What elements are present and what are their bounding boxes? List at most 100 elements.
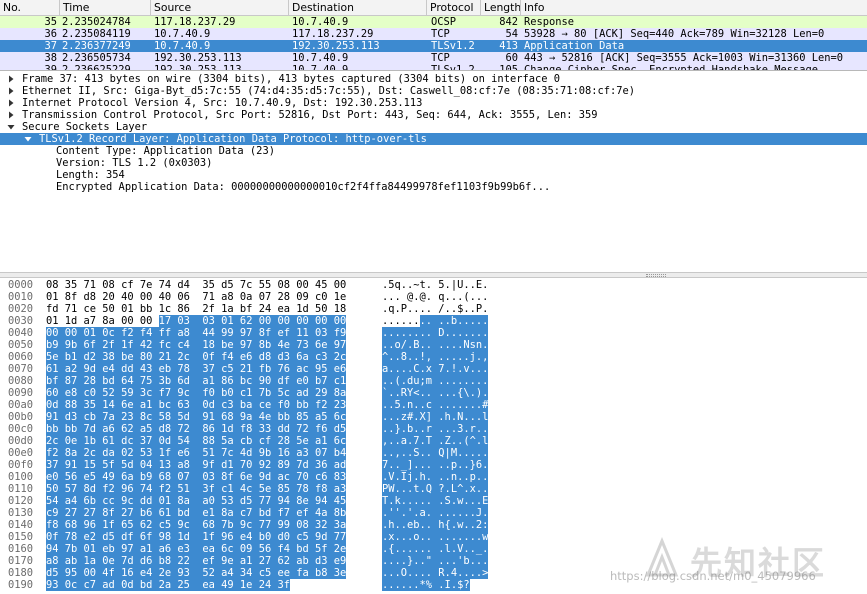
bytes-hex[interactable]: bf 87 28 bd 64 75 3b 6d a1 86 bc 90 df e…	[46, 375, 347, 387]
bytes-hex[interactable]: 91 d3 cb 7a 23 8c 58 5d 91 68 9a 4e bb 8…	[46, 411, 347, 423]
bytes-ascii[interactable]: a....C.x 7.!.v...	[382, 363, 489, 375]
bytes-row[interactable]: 0110 50 57 8d f2 96 74 f2 51 3f c1 4c 5e …	[0, 483, 867, 495]
col-time-header[interactable]: Time	[60, 0, 151, 16]
col-info-header[interactable]: Info	[521, 0, 867, 16]
bytes-hex[interactable]: e0 56 e5 49 6a b9 68 07 03 8f 6e 9d ac 7…	[46, 471, 347, 483]
bytes-hex[interactable]: 54 a4 6b cc 9c dd 01 8a a0 53 d5 77 94 8…	[46, 495, 347, 507]
bytes-hex[interactable]: 50 57 8d f2 96 74 f2 51 3f c1 4c 5e 85 7…	[46, 483, 347, 495]
bytes-hex[interactable]: bb bb 7d a6 62 a5 d8 72 86 1d f8 33 dd 7…	[46, 423, 347, 435]
packet-list[interactable]: No. Time Source Destination Protocol Len…	[0, 0, 867, 70]
bytes-ascii[interactable]: `..RY<.. ...{\.).	[382, 387, 489, 399]
bytes-row[interactable]: 00c0 bb bb 7d a6 62 a5 d8 72 86 1d f8 33 …	[0, 423, 867, 435]
bytes-row[interactable]: 00f0 37 91 15 5f 5d 04 13 a8 9f d1 70 92 …	[0, 459, 867, 471]
detail-row[interactable]: Secure Sockets Layer	[0, 121, 867, 133]
bytes-row[interactable]: 0010 01 8f d8 20 40 00 40 06 71 a8 0a 07 …	[0, 291, 867, 303]
bytes-ascii[interactable]: .h..eb.. h{.w..2:	[382, 519, 489, 531]
bytes-row[interactable]: 0040 00 00 01 0c f2 f4 ff a8 44 99 97 8f …	[0, 327, 867, 339]
bytes-ascii[interactable]: ..o/.B.. ....Nsn.	[382, 339, 489, 351]
bytes-row[interactable]: 0070 61 a2 9d e4 dd 43 eb 78 37 c5 21 fb …	[0, 363, 867, 375]
bytes-row[interactable]: 00b0 91 d3 cb 7a 23 8c 58 5d 91 68 9a 4e …	[0, 411, 867, 423]
bytes-ascii[interactable]: .5q..~t. 5.|U..E.	[382, 279, 488, 291]
bytes-ascii[interactable]: PW...t.Q ?.L^.x..	[382, 483, 489, 495]
detail-row[interactable]: Content Type: Application Data (23)	[0, 145, 867, 157]
col-no-header[interactable]: No.	[0, 0, 60, 16]
bytes-row[interactable]: 0140 f8 68 96 1f 65 62 c5 9c 68 7b 9c 77 …	[0, 519, 867, 531]
bytes-hex[interactable]: f8 68 96 1f 65 62 c5 9c 68 7b 9c 77 99 0…	[46, 519, 347, 531]
collapsed-arrow-icon[interactable]	[6, 109, 16, 121]
col-length-header[interactable]: Length	[481, 0, 521, 16]
collapsed-arrow-icon[interactable]	[6, 73, 16, 85]
bytes-row[interactable]: 00e0 f2 8a 2c da 02 53 1f e6 51 7c 4d 9b …	[0, 447, 867, 459]
detail-row[interactable]: Ethernet II, Src: Giga-Byt_d5:7c:55 (74:…	[0, 85, 867, 97]
bytes-ascii[interactable]: ..,..S.. Q|M.....	[382, 447, 489, 459]
collapsed-arrow-icon[interactable]	[6, 97, 16, 109]
bytes-row[interactable]: 00a0 0d 88 35 14 6e a1 bc 63 0d c3 ba ce …	[0, 399, 867, 411]
bytes-ascii[interactable]: ... @.@. q...(...	[382, 291, 488, 303]
bytes-hex[interactable]: f2 8a 2c da 02 53 1f e6 51 7c 4d 9b 16 a…	[46, 447, 347, 459]
detail-row[interactable]: Encrypted Application Data: 000000000000…	[0, 181, 867, 193]
expanded-arrow-icon[interactable]	[6, 121, 16, 133]
bytes-ascii[interactable]: ..(.du;m ........	[382, 375, 489, 387]
bytes-row[interactable]: 00d0 2c 0e 1b 61 dc 37 0d 54 88 5a cb cf …	[0, 435, 867, 447]
bytes-hex[interactable]: 60 e8 c0 52 59 3c f7 9c f0 b0 c1 7b 5c a…	[46, 387, 347, 399]
collapsed-arrow-icon[interactable]	[6, 85, 16, 97]
packet-row[interactable]: 37 2.236377249 10.7.40.9 192.30.253.113 TLSv…	[0, 40, 867, 52]
bytes-hex[interactable]: 61 a2 9d e4 dd 43 eb 78 37 c5 21 fb 76 a…	[46, 363, 347, 375]
bytes-hex[interactable]: b9 9b 6f 2f 1f 42 fc c4 18 be 97 8b 4e 7…	[46, 339, 347, 351]
detail-row[interactable]: Length: 354	[0, 169, 867, 181]
bytes-ascii[interactable]: ....}.." ...'b...	[382, 555, 489, 567]
bytes-hex[interactable]: 5e b1 d2 38 be 80 21 2c 0f f4 e6 d8 d3 6…	[46, 351, 347, 363]
expanded-arrow-icon[interactable]	[23, 133, 33, 145]
bytes-hex[interactable]: 0f 78 e2 d5 df 6f 98 1d 1f 96 e4 b0 d0 c…	[46, 531, 347, 543]
detail-row[interactable]: Internet Protocol Version 4, Src: 10.7.4…	[0, 97, 867, 109]
bytes-ascii[interactable]: ..}.b..r ...3.r..	[382, 423, 489, 435]
bytes-hex[interactable]: 01 8f d8 20 40 00 40 06 71 a8 0a 07 28 0…	[46, 291, 346, 303]
bytes-ascii[interactable]: .x...o.. .......w	[382, 531, 489, 543]
bytes-hex[interactable]: a8 ab 1a 0e 7d d6 b8 22 ef 9e a1 27 62 a…	[46, 555, 347, 567]
bytes-row[interactable]: 0080 bf 87 28 bd 64 75 3b 6d a1 86 bc 90 …	[0, 375, 867, 387]
bytes-hex[interactable]: 0d 88 35 14 6e a1 bc 63 0d c3 ba ce f0 b…	[46, 399, 347, 411]
bytes-hex[interactable]: 93 0c c7 ad 0d bd 2a 25 ea 49 1e 24 3f	[46, 579, 290, 591]
bytes-row[interactable]: 0000 08 35 71 08 cf 7e 74 d4 35 d5 7c 55 …	[0, 279, 867, 291]
bytes-hex[interactable]: c9 27 27 8f 27 b6 61 bd e1 8a c7 bd f7 e…	[46, 507, 347, 519]
bytes-row[interactable]: 0060 5e b1 d2 38 be 80 21 2c 0f f4 e6 d8 …	[0, 351, 867, 363]
bytes-row[interactable]: 0120 54 a4 6b cc 9c dd 01 8a a0 53 d5 77 …	[0, 495, 867, 507]
bytes-ascii[interactable]: .''.'.a. ......J.	[382, 507, 489, 519]
bytes-ascii[interactable]: .q.P.... /..$..P.	[382, 303, 488, 315]
bytes-ascii[interactable]: ........ ..b.....	[382, 315, 489, 327]
packet-row[interactable]: 38 2.236505734 192.30.253.113 10.7.40.9 TCP 6…	[0, 52, 867, 64]
bytes-ascii[interactable]: ,..a.7.T .Z..(^.l	[382, 435, 489, 447]
bytes-hex[interactable]: 00 00 01 0c f2 f4 ff a8 44 99 97 8f ef 1…	[46, 327, 347, 339]
bytes-row[interactable]: 0100 e0 56 e5 49 6a b9 68 07 03 8f 6e 9d …	[0, 471, 867, 483]
bytes-ascii[interactable]: T.k..... .S.w...E	[382, 495, 489, 507]
bytes-ascii[interactable]: ......*% .I.$?	[382, 579, 470, 591]
packet-row[interactable]: 35 2.235024784 117.18.237.29 10.7.40.9 OCSP 8…	[0, 16, 867, 28]
packet-row[interactable]: 36 2.235084119 10.7.40.9 117.18.237.29 TCP 54…	[0, 28, 867, 40]
col-destination-header[interactable]: Destination	[289, 0, 427, 16]
bytes-row[interactable]: 0020 fd 71 ce 50 01 bb 1c 86 2f 1a bf 24 …	[0, 303, 867, 315]
bytes-ascii[interactable]: ...z#.X] .h.N...l	[382, 411, 489, 423]
detail-row[interactable]: Transmission Control Protocol, Src Port:…	[0, 109, 867, 121]
bytes-ascii[interactable]: ........ D.......	[382, 327, 489, 339]
bytes-hex[interactable]: 94 7b 01 eb 97 a1 a6 e3 ea 6c 09 56 f4 b…	[46, 543, 347, 555]
bytes-ascii[interactable]: .V.Ij.h. ..n..p..	[382, 471, 489, 483]
bytes-hex[interactable]: fd 71 ce 50 01 bb 1c 86 2f 1a bf 24 ea 1…	[46, 303, 346, 315]
bytes-ascii[interactable]: ..5.n..c .......#	[382, 399, 489, 411]
bytes-ascii[interactable]: 7.._]... ..p..}6.	[382, 459, 489, 471]
detail-row[interactable]: Version: TLS 1.2 (0x0303)	[0, 157, 867, 169]
bytes-row[interactable]: 0090 60 e8 c0 52 59 3c f7 9c f0 b0 c1 7b …	[0, 387, 867, 399]
bytes-ascii[interactable]: ...O.... R.4....>	[382, 567, 489, 579]
bytes-row[interactable]: 0050 b9 9b 6f 2f 1f 42 fc c4 18 be 97 8b …	[0, 339, 867, 351]
bytes-row[interactable]: 0030 01 1d a7 8a 00 00 17 03 03 01 62 00 …	[0, 315, 867, 327]
bytes-hex[interactable]: 08 35 71 08 cf 7e 74 d4 35 d5 7c 55 08 0…	[46, 279, 346, 291]
bytes-hex[interactable]: 2c 0e 1b 61 dc 37 0d 54 88 5a cb cf 28 5…	[46, 435, 347, 447]
detail-row[interactable]: Frame 37: 413 bytes on wire (3304 bits),…	[0, 73, 867, 85]
col-source-header[interactable]: Source	[151, 0, 289, 16]
bytes-ascii[interactable]: ^..8..!, .....j.,	[382, 351, 489, 363]
splitter-grip[interactable]	[646, 274, 666, 277]
bytes-ascii[interactable]: .{...... .l.V.._.	[382, 543, 489, 555]
bytes-hex[interactable]: 37 91 15 5f 5d 04 13 a8 9f d1 70 92 89 7…	[46, 459, 347, 471]
col-protocol-header[interactable]: Protocol	[427, 0, 481, 16]
bytes-row[interactable]: 0130 c9 27 27 8f 27 b6 61 bd e1 8a c7 bd …	[0, 507, 867, 519]
bytes-hex[interactable]: 01 1d a7 8a 00 00 17 03 03 01 62 00 00 0…	[46, 315, 347, 327]
